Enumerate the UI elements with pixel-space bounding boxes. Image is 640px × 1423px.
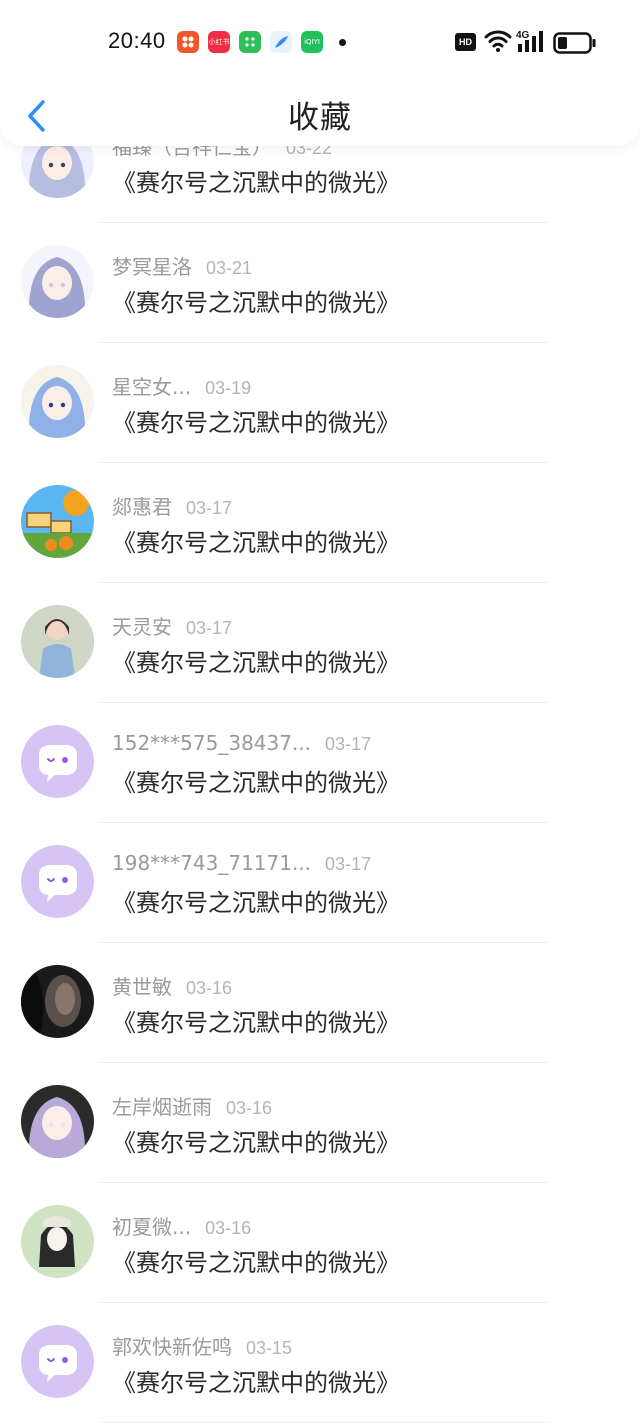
network-label: 4G <box>516 30 530 41</box>
item-meta: 天灵安 03-17 <box>112 611 232 641</box>
item-title[interactable]: 《赛尔号之沉默中的微光》 <box>112 1003 400 1038</box>
avatar[interactable] <box>21 1325 94 1398</box>
item-date: 03-17 <box>325 734 372 754</box>
avatar[interactable] <box>21 245 94 318</box>
item-meta: 梦冥星洛 03-21 <box>112 251 252 281</box>
item-date: 03-17 <box>325 854 372 874</box>
item-meta: 郭欢快新佐鸣 03-15 <box>112 1331 292 1361</box>
item-meta: 198***743_71171... 03-17 <box>112 851 371 881</box>
item-meta: 左岸烟逝雨 03-16 <box>112 1091 272 1121</box>
list-item[interactable]: 198***743_71171... 03-17 《赛尔号之沉默中的微光》 <box>0 823 640 943</box>
item-title[interactable]: 《赛尔号之沉默中的微光》 <box>112 1243 400 1278</box>
iqiyi-icon: iQIYI <box>301 31 323 53</box>
list-item[interactable]: 152***575_38437... 03-17 《赛尔号之沉默中的微光》 <box>0 703 640 823</box>
huawei-app-icon <box>177 31 199 53</box>
avatar[interactable] <box>21 845 94 918</box>
item-date: 03-21 <box>206 258 253 278</box>
iqiyi-label: iQIYI <box>304 38 320 46</box>
item-meta: 星空女... 03-19 <box>112 371 251 401</box>
item-meta: 152***575_38437... 03-17 <box>112 731 371 761</box>
item-title[interactable]: 《赛尔号之沉默中的微光》 <box>112 163 400 198</box>
item-meta: 郯惠君 03-17 <box>112 491 232 521</box>
avatar[interactable] <box>21 365 94 438</box>
list-item[interactable]: 天灵安 03-17 《赛尔号之沉默中的微光》 <box>0 583 640 703</box>
item-date: 03-17 <box>186 618 233 638</box>
status-time: 20:40 <box>108 28 166 53</box>
item-title[interactable]: 《赛尔号之沉默中的微光》 <box>112 643 400 678</box>
item-title[interactable]: 《赛尔号之沉默中的微光》 <box>112 283 400 318</box>
xiaohongshu-label: 小红书 <box>208 38 230 46</box>
avatar[interactable] <box>21 605 94 678</box>
user-name[interactable]: 天灵安 <box>112 615 172 639</box>
status-bar: 20:40 小红书 iQIYI HD 4G <box>0 0 640 86</box>
list-item[interactable]: 黄世敏 03-16 《赛尔号之沉默中的微光》 <box>0 943 640 1063</box>
list-item[interactable]: 左岸烟逝雨 03-16 《赛尔号之沉默中的微光》 <box>0 1063 640 1183</box>
list-item[interactable]: 郭欢快新佐鸣 03-15 《赛尔号之沉默中的微光》 <box>0 1303 640 1423</box>
item-meta: 黄世敏 03-16 <box>112 971 232 1001</box>
wechat-mini-icon <box>239 31 261 53</box>
avatar[interactable] <box>21 1205 94 1278</box>
avatar[interactable] <box>21 485 94 558</box>
signal-icon: 4G <box>516 28 546 58</box>
item-date: 03-19 <box>205 378 252 398</box>
avatar[interactable] <box>21 965 94 1038</box>
item-date: 03-15 <box>246 1338 293 1358</box>
user-name[interactable]: 郭欢快新佐鸣 <box>112 1335 232 1359</box>
wifi-icon <box>484 30 512 52</box>
feather-app-icon <box>270 31 292 53</box>
user-name[interactable]: 黄世敏 <box>112 975 172 999</box>
item-title[interactable]: 《赛尔号之沉默中的微光》 <box>112 1123 400 1158</box>
user-name[interactable]: 初夏微... <box>112 1215 191 1239</box>
user-name[interactable]: 星空女... <box>112 375 191 399</box>
item-date: 03-17 <box>186 498 233 518</box>
user-name[interactable]: 198***743_71171... <box>112 851 311 875</box>
user-name[interactable]: 左岸烟逝雨 <box>112 1095 212 1119</box>
avatar[interactable] <box>21 1085 94 1158</box>
user-name[interactable]: 152***575_38437... <box>112 731 311 755</box>
header: 20:40 小红书 iQIYI HD 4G 收藏 <box>0 0 640 146</box>
hd-badge: HD <box>455 33 476 51</box>
item-title[interactable]: 《赛尔号之沉默中的微光》 <box>112 403 400 438</box>
user-name[interactable]: 梦冥星洛 <box>112 255 192 279</box>
item-date: 03-16 <box>186 978 233 998</box>
list-item[interactable]: 初夏微... 03-16 《赛尔号之沉默中的微光》 <box>0 1183 640 1303</box>
item-date: 03-16 <box>226 1098 273 1118</box>
item-title[interactable]: 《赛尔号之沉默中的微光》 <box>112 523 400 558</box>
list-item[interactable]: 梦冥星洛 03-21 《赛尔号之沉默中的微光》 <box>0 223 640 343</box>
page-title: 收藏 <box>288 100 352 136</box>
user-name[interactable]: 郯惠君 <box>112 495 172 519</box>
notification-dot <box>339 39 346 46</box>
xiaohongshu-icon: 小红书 <box>208 31 230 53</box>
list-item[interactable]: 郯惠君 03-17 《赛尔号之沉默中的微光》 <box>0 463 640 583</box>
list-item[interactable]: 星空女... 03-19 《赛尔号之沉默中的微光》 <box>0 343 640 463</box>
item-date: 03-16 <box>205 1218 252 1238</box>
nav-bar: 收藏 <box>0 86 640 146</box>
battery-icon <box>553 32 596 54</box>
item-meta: 初夏微... 03-16 <box>112 1211 251 1241</box>
item-title[interactable]: 《赛尔号之沉默中的微光》 <box>112 1363 400 1398</box>
avatar[interactable] <box>21 725 94 798</box>
item-title[interactable]: 《赛尔号之沉默中的微光》 <box>112 763 400 798</box>
item-title[interactable]: 《赛尔号之沉默中的微光》 <box>112 883 400 918</box>
favorites-list[interactable]: 福臻（吉祥仁宝） 03-22 《赛尔号之沉默中的微光》 梦冥星洛 03-21 《赛尔号之沉… <box>0 103 640 1423</box>
